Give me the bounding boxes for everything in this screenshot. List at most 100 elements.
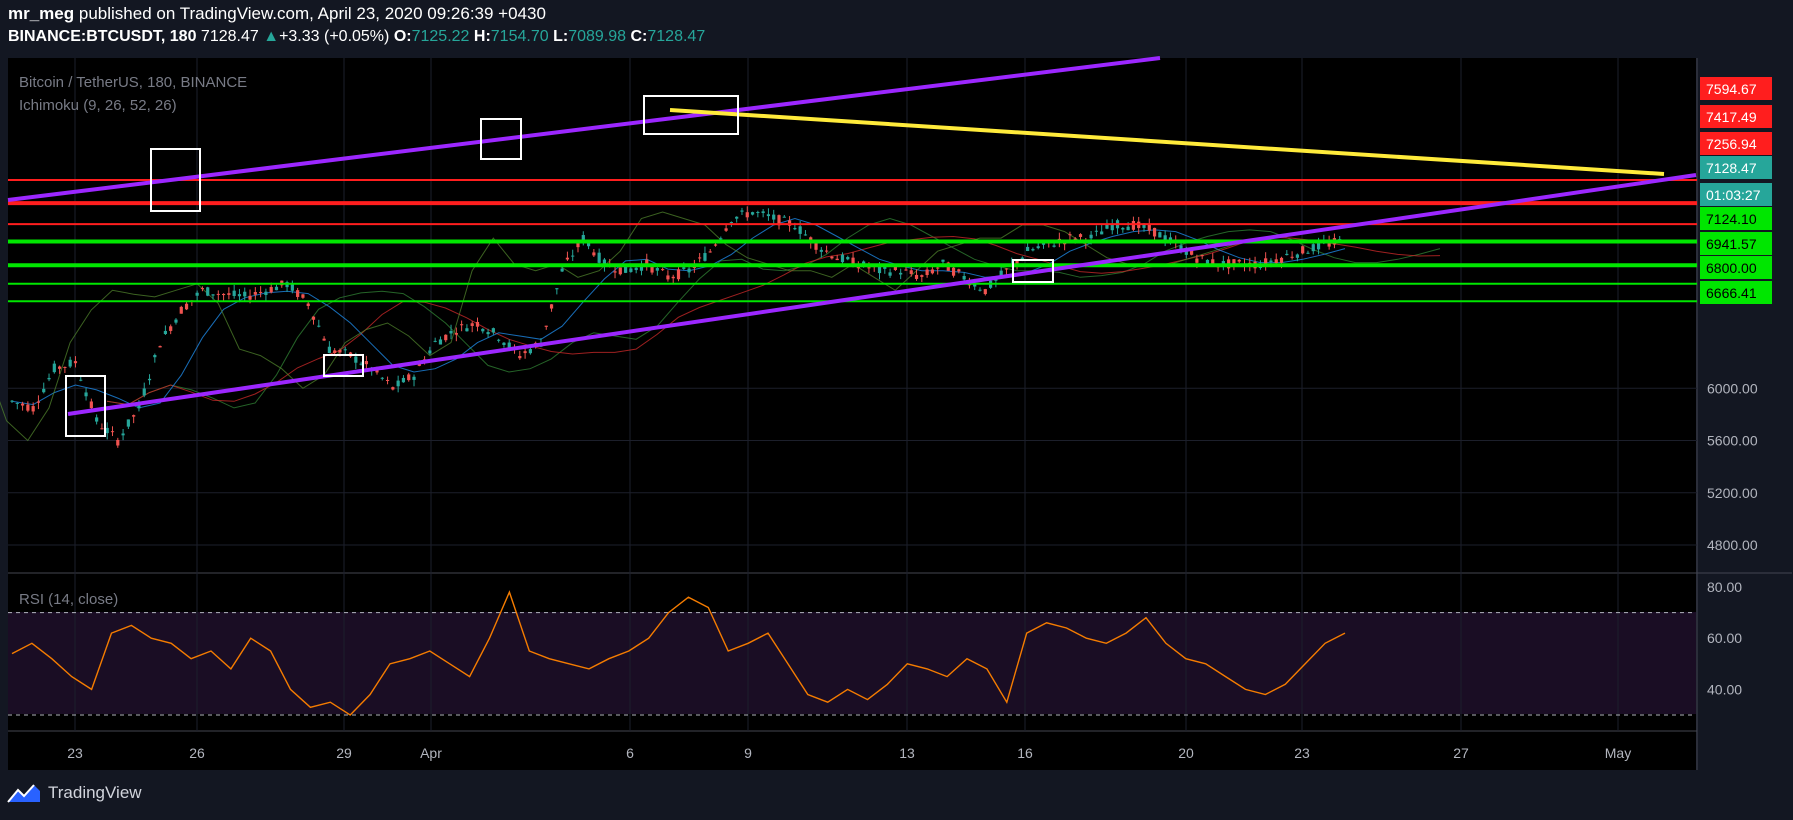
candle-body (745, 212, 749, 218)
candle-body (296, 290, 300, 297)
candle-body (766, 214, 771, 217)
candle-body (565, 257, 570, 260)
candle-body (983, 289, 987, 295)
candle-body (1158, 232, 1162, 238)
price-label-text: 01:03:27 (1706, 187, 1761, 203)
candle-body (84, 392, 88, 397)
candle-body (518, 355, 522, 359)
candle-body (1152, 227, 1157, 237)
candle-body (311, 316, 316, 320)
candle-body (385, 379, 390, 381)
candle-body (174, 319, 178, 323)
y-tick-label: 4800.00 (1707, 537, 1758, 553)
candle-body (142, 388, 146, 396)
candle-body (671, 276, 675, 279)
price-label-text: 7417.49 (1706, 109, 1757, 125)
candle-body (290, 284, 294, 291)
candle-body (444, 334, 448, 341)
candle-body (26, 404, 30, 411)
candle-body (407, 374, 411, 381)
candle-body (211, 294, 215, 296)
candle-body (163, 330, 168, 335)
candle-body (58, 366, 62, 369)
candle-body (661, 269, 665, 271)
candle-body (1126, 226, 1130, 231)
candle-body (957, 269, 961, 272)
candle-body (153, 355, 157, 358)
candle-body (555, 288, 559, 290)
candle-body (89, 401, 93, 409)
candle-body (920, 275, 924, 277)
candle-body (1026, 246, 1030, 252)
indicator-legend[interactable]: Ichimoku (9, 26, 52, 26) (19, 97, 177, 114)
x-tick-label: 26 (189, 745, 205, 761)
x-tick-label: 27 (1453, 745, 1469, 761)
x-tick-label: 20 (1178, 745, 1194, 761)
candle-body (470, 323, 474, 326)
price-label-text: 6666.41 (1706, 285, 1757, 301)
candle-body (47, 377, 51, 380)
candle-body (1131, 220, 1136, 230)
candle-body (1121, 227, 1125, 230)
footer: TradingView (6, 782, 142, 804)
x-tick-label: 6 (626, 745, 634, 761)
candle-body (914, 274, 919, 279)
candle-body (132, 415, 136, 417)
candle-body (338, 349, 342, 353)
candle-body (158, 346, 162, 348)
candle-body (1068, 234, 1072, 236)
tradingview-logo-icon[interactable] (6, 782, 42, 804)
price-labels: 7594.67 7417.49 7256.94 7128.47 01:03:27 7124… (1700, 77, 1772, 304)
x-tick-label: May (1605, 745, 1631, 761)
candle-body (1295, 254, 1299, 258)
candle-body (1004, 268, 1009, 270)
candle-body (216, 293, 220, 295)
candle-body (1200, 255, 1204, 257)
symbol-legend[interactable]: Bitcoin / TetherUS, 180, BINANCE (19, 74, 247, 91)
price-label-text: 7256.94 (1706, 136, 1757, 152)
candle-body (634, 267, 638, 271)
candle-body (613, 271, 617, 273)
candle-body (782, 216, 786, 218)
candle-body (597, 252, 601, 263)
candle-body (10, 400, 14, 402)
candle-body (698, 257, 702, 259)
candle-body (1195, 258, 1199, 263)
candle-body (798, 226, 802, 234)
candle-body (1237, 259, 1241, 262)
candle-body (867, 267, 871, 269)
candle-body (391, 387, 395, 390)
candle-body (105, 427, 109, 434)
chart-canvas[interactable]: 80.00 60.00 40.00 23 26 29 Apr 6 9 13 16 20 23 27 May… (0, 0, 1793, 780)
x-tick-label: 29 (336, 745, 352, 761)
candle-body (237, 294, 242, 297)
candle-body (528, 349, 532, 354)
x-tick-label: 16 (1017, 745, 1033, 761)
candle-body (396, 380, 400, 387)
candle-body (269, 287, 273, 293)
candle-body (761, 211, 765, 214)
candle-body (618, 267, 622, 275)
x-tick-label: 13 (899, 745, 915, 761)
candle-body (549, 304, 554, 309)
x-tick-label: 9 (744, 745, 752, 761)
candle-body (756, 211, 760, 213)
rsi-legend[interactable]: RSI (14, close) (19, 591, 118, 608)
candle-body (1285, 253, 1289, 256)
candle-body (31, 406, 35, 412)
candle-body (15, 402, 19, 404)
candle-body (655, 268, 659, 271)
candle-body (110, 431, 115, 433)
candle-body (486, 332, 490, 335)
candle-body (184, 303, 189, 310)
y-tick-label: 6000.00 (1707, 380, 1758, 396)
candle-body (629, 268, 633, 272)
candle-body (232, 290, 236, 296)
candle-body (460, 324, 464, 326)
candle-body (364, 361, 369, 365)
candle-body (317, 325, 321, 327)
candle-body (1269, 260, 1273, 262)
candle-body (412, 376, 416, 380)
price-label-text: 7124.10 (1706, 211, 1757, 227)
candle-body (1142, 224, 1146, 228)
